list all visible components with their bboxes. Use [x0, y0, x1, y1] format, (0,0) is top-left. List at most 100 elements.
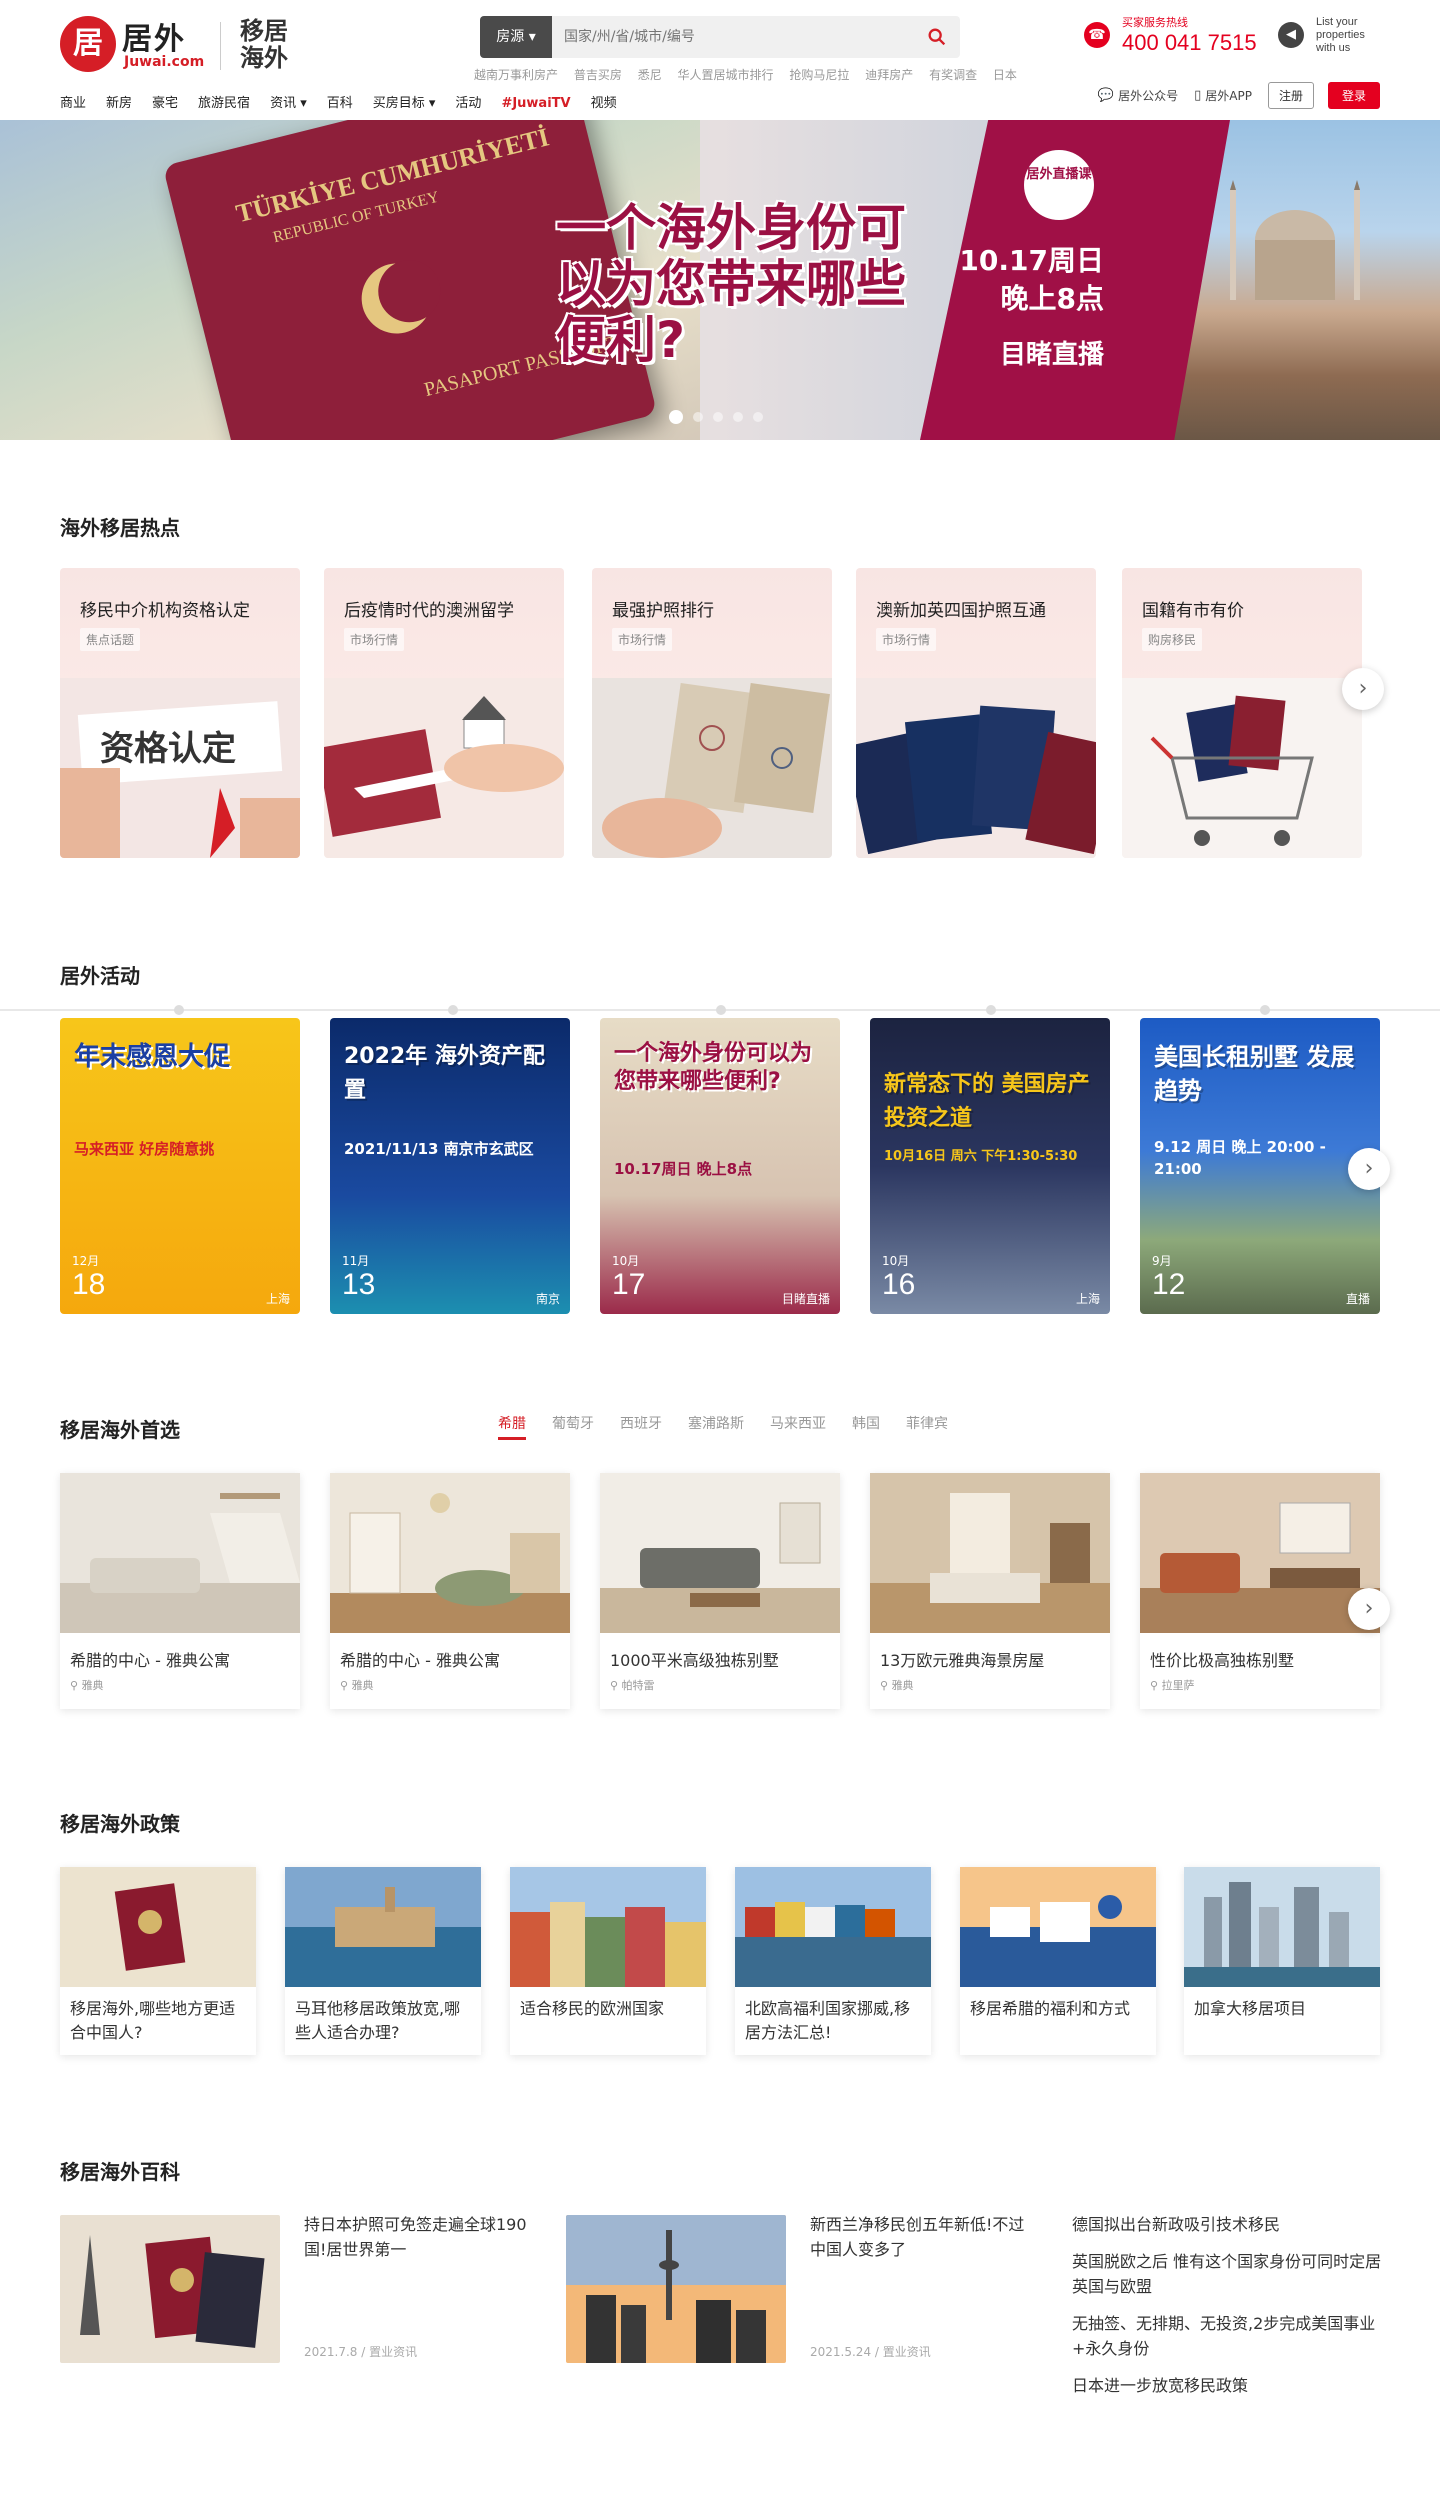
banner-dot[interactable] — [693, 412, 703, 422]
search-box: 房源 ▾ — [480, 16, 960, 58]
nav-item[interactable]: 豪宅 — [152, 92, 178, 116]
hotword-link[interactable]: 普吉买房 — [574, 68, 622, 82]
policy-image — [285, 1867, 481, 1987]
activity-month: 11月 — [342, 1254, 370, 1268]
activity-title: 一个海外身份可以为您带来哪些便利? — [614, 1041, 813, 1094]
wechat-icon: 💬 — [1097, 88, 1115, 103]
nav-item[interactable]: 百科 — [327, 92, 353, 116]
activities-next-arrow[interactable]: › — [1348, 1148, 1390, 1190]
location-pin-icon: ⚲ — [70, 1679, 82, 1692]
tab-korea[interactable]: 韩国 — [852, 1413, 880, 1440]
location-pin-icon: ⚲ — [1150, 1679, 1162, 1692]
wechat-link[interactable]: 💬 居外公众号 — [1098, 87, 1178, 104]
hot-card-image: 资格认定 — [60, 678, 300, 858]
banner-dot[interactable] — [713, 412, 723, 422]
nav-item[interactable]: 商业 — [60, 92, 86, 116]
wiki-article-image[interactable] — [60, 2215, 280, 2363]
hotword-link[interactable]: 悉尼 — [638, 68, 662, 82]
activity-subtitle: 10.17周日 晚上8点 — [614, 1160, 753, 1178]
wiki-list-item[interactable]: 英国脱欧之后 惟有这个国家身份可同时定居英国与欧盟 — [1072, 2249, 1392, 2299]
hotword-link[interactable]: 华人置居城市排行 — [678, 68, 774, 82]
tab-philippines[interactable]: 菲律宾 — [906, 1413, 948, 1440]
policy-card[interactable]: 移居希腊的福利和方式 — [960, 1867, 1156, 2055]
hotword-link[interactable]: 迪拜房产 — [865, 68, 913, 82]
wiki-list-item[interactable]: 德国拟出台新政吸引技术移民 — [1072, 2212, 1392, 2237]
property-card[interactable]: 希腊的中心 - 雅典公寓 ⚲ 雅典 — [60, 1473, 300, 1709]
tab-malaysia[interactable]: 马来西亚 — [770, 1413, 826, 1440]
banner-headline: 一个海外身份可以为您带来哪些便利? — [556, 199, 906, 369]
policy-card[interactable]: 加拿大移居项目 — [1184, 1867, 1380, 2055]
live-badge: 居外直播课 — [1024, 150, 1094, 220]
tab-spain[interactable]: 西班牙 — [620, 1413, 662, 1440]
register-button[interactable]: 注册 — [1267, 82, 1314, 109]
nav-item[interactable]: 买房目标 ▾ — [373, 92, 436, 116]
nav-item[interactable]: 新房 — [106, 92, 132, 116]
activity-title: 新常态下的 美国房产投资之道 — [884, 1072, 1090, 1131]
hotword-link[interactable]: 有奖调查 — [929, 68, 977, 82]
hero-banner[interactable]: TÜRKİYE CUMHURİYETİ REPUBLIC OF TURKEY P… — [0, 120, 1440, 440]
tab-portugal[interactable]: 葡萄牙 — [552, 1413, 594, 1440]
hotline-number: 400 041 7515 — [1122, 30, 1257, 55]
property-card[interactable]: 1000平米高级独栋别墅 ⚲ 帕特雷 — [600, 1473, 840, 1709]
megaphone-icon: ◀ — [1278, 22, 1304, 48]
nav-item[interactable]: 活动 — [455, 92, 481, 116]
activity-day: 12 — [1152, 1268, 1186, 1301]
logo-mark: 居 — [60, 16, 116, 72]
app-link[interactable]: ▯ 居外APP — [1194, 87, 1252, 104]
hot-card[interactable]: 移民中介机构资格认定 焦点话题 资格认定 — [60, 568, 300, 858]
nav-item[interactable]: 视频 — [591, 92, 617, 116]
nav-item[interactable]: 资讯 ▾ — [270, 92, 307, 116]
policy-card[interactable]: 适合移民的欧洲国家 — [510, 1867, 706, 2055]
hot-card-image — [324, 678, 564, 858]
hot-card[interactable]: 最强护照排行 市场行情 — [592, 568, 832, 858]
site-header: 居 居外 Juwai.com 移居海外 房源 ▾ 越南万事利房产 普吉买房 悉尼… — [0, 0, 1440, 120]
logo[interactable]: 居 居外 Juwai.com — [60, 14, 204, 72]
search-type-dropdown[interactable]: 房源 ▾ — [480, 16, 552, 58]
hot-next-arrow[interactable]: › — [1342, 668, 1384, 710]
property-location-text: 雅典 — [891, 1679, 914, 1692]
policy-card[interactable]: 马耳他移居政策放宽,哪些人适合办理? — [285, 1867, 481, 2055]
banner-dot[interactable] — [753, 412, 763, 422]
hotword-link[interactable]: 越南万事利房产 — [474, 68, 558, 82]
activity-card[interactable]: 新常态下的 美国房产投资之道 10月16日 周六 下午1:30-5:30 10月… — [870, 1018, 1110, 1314]
property-card[interactable]: 希腊的中心 - 雅典公寓 ⚲ 雅典 — [330, 1473, 570, 1709]
login-button[interactable]: 登录 — [1327, 82, 1380, 109]
hot-card-title: 国籍有市有价 — [1142, 601, 1244, 621]
activity-card[interactable]: 一个海外身份可以为您带来哪些便利? 10.17周日 晚上8点 10月 17 目睹… — [600, 1018, 840, 1314]
hotword-link[interactable]: 日本 — [993, 68, 1017, 82]
activity-card[interactable]: 年末感恩大促 马来西亚 好房随意挑 12月 18 上海 — [60, 1018, 300, 1314]
activity-card[interactable]: 2022年 海外资产配置 2021/11/13 南京市玄武区 11月 13 南京 — [330, 1018, 570, 1314]
policy-card[interactable]: 北欧高福利国家挪威,移居方法汇总! — [735, 1867, 931, 2055]
wiki-list-item[interactable]: 日本进一步放宽移民政策 — [1072, 2373, 1392, 2398]
activity-subtitle: 10月16日 周六 下午1:30-5:30 — [884, 1149, 1078, 1164]
hot-card[interactable]: 澳新加英四国护照互通 市场行情 — [856, 568, 1096, 858]
nav-item[interactable]: 旅游民宿 — [198, 92, 250, 116]
nav-item-juwaitv[interactable]: #JuwaiTV — [501, 92, 570, 116]
policy-card[interactable]: 移居海外,哪些地方更适合中国人? — [60, 1867, 256, 2055]
activity-card[interactable]: 美国长租别墅 发展趋势 9.12 周日 晚上 20:00 - 21:00 9月 … — [1140, 1018, 1380, 1314]
wiki-article-title[interactable]: 新西兰净移民创五年新低!不过中国人变多了 — [810, 2212, 1040, 2262]
picks-next-arrow[interactable]: › — [1348, 1588, 1390, 1630]
hotword-link[interactable]: 抢购马尼拉 — [789, 68, 849, 82]
search-input[interactable] — [564, 24, 894, 50]
search-icon[interactable] — [926, 26, 948, 48]
wiki-article-image[interactable] — [566, 2215, 786, 2363]
property-card[interactable]: 13万欧元雅典海景房屋 ⚲ 雅典 — [870, 1473, 1110, 1709]
phone-app-icon: ▯ — [1194, 88, 1202, 103]
activity-month: 12月 — [72, 1254, 100, 1268]
wiki-list-item[interactable]: 无抽签、无排期、无投资,2步完成美国事业+永久身份 — [1072, 2311, 1392, 2361]
hot-card[interactable]: 国籍有市有价 购房移民 — [1122, 568, 1362, 858]
banner-dot[interactable] — [733, 412, 743, 422]
property-title: 1000平米高级独栋别墅 — [610, 1651, 779, 1670]
hot-card[interactable]: 后疫情时代的澳洲留学 市场行情 — [324, 568, 564, 858]
banner-dot[interactable] — [669, 410, 683, 424]
list-property-text: List your properties with us — [1316, 16, 1365, 54]
property-location-text: 帕特雷 — [621, 1679, 655, 1692]
property-card[interactable]: 性价比极高独栋别墅 ⚲ 拉里萨 — [1140, 1473, 1380, 1709]
tab-cyprus[interactable]: 塞浦路斯 — [688, 1413, 744, 1440]
wiki-article-title[interactable]: 持日本护照可免签走遍全球190国!居世界第一 — [304, 2212, 534, 2262]
property-location: ⚲ 雅典 — [70, 1677, 104, 1693]
tab-greece[interactable]: 希腊 — [498, 1413, 526, 1440]
banner-pagination — [664, 410, 768, 424]
wiki-section-title: 移居海外百科 — [60, 2160, 180, 2184]
